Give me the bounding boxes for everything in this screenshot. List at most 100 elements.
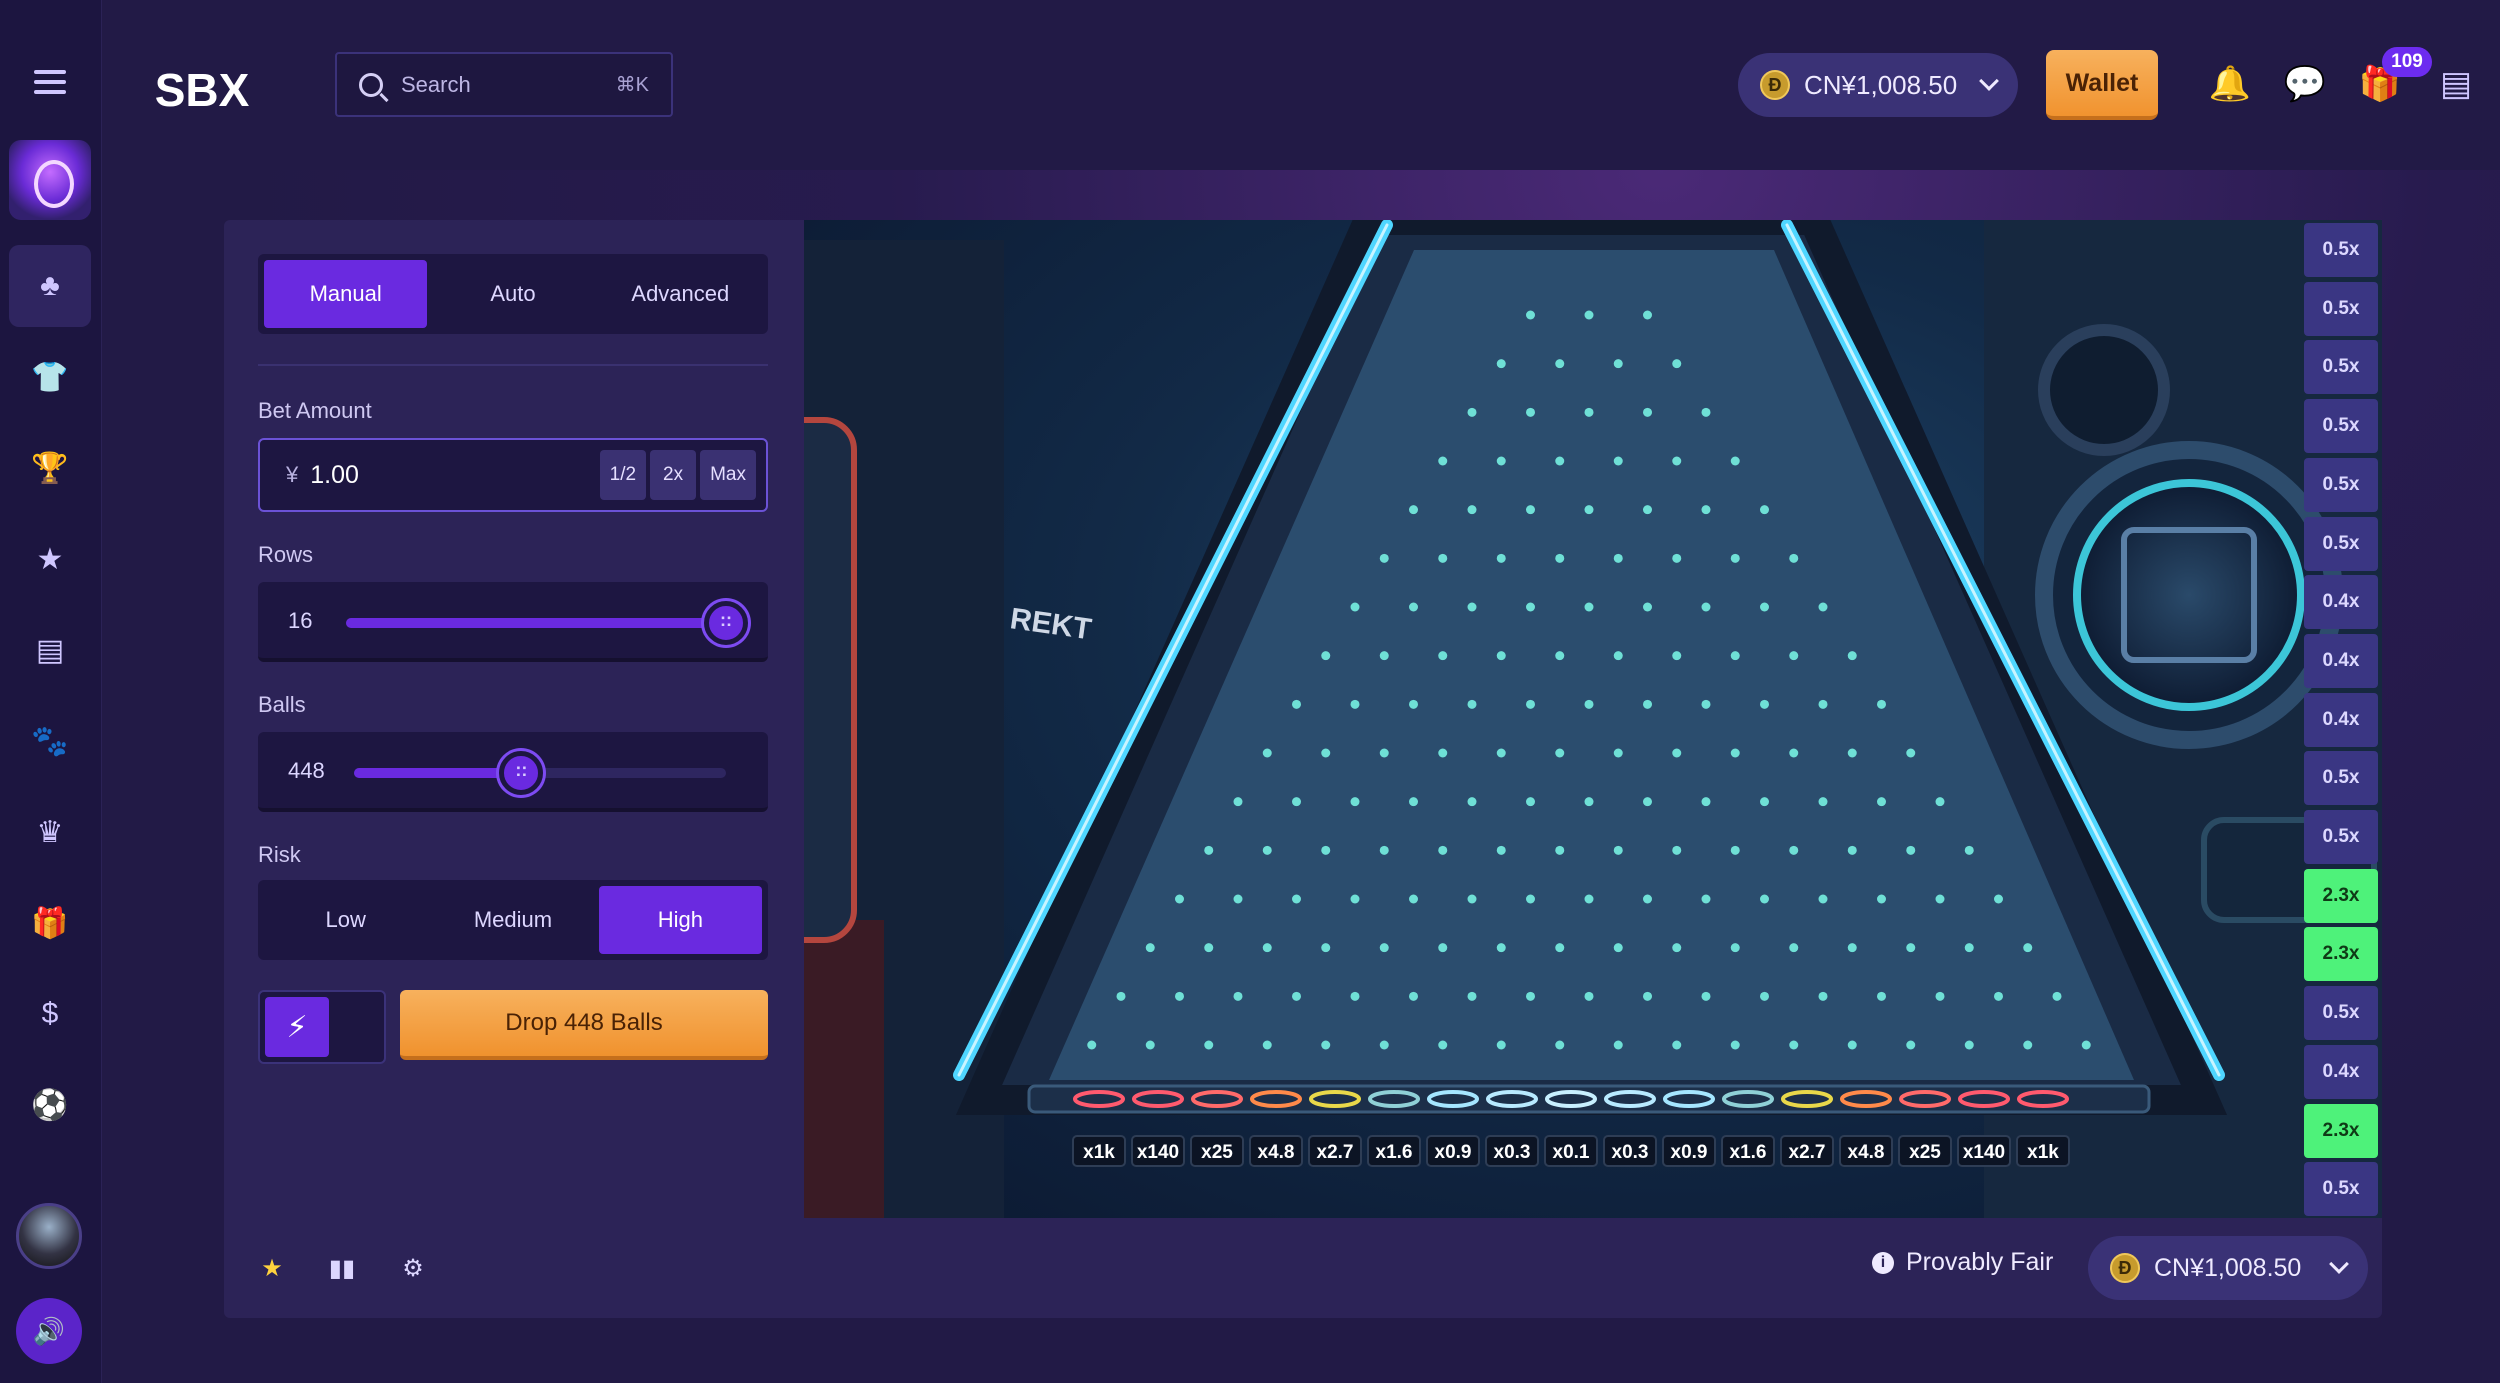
- peg: [1789, 1040, 1799, 1050]
- peg: [1672, 456, 1682, 466]
- left-rail: ♣ 👕 🏆 ★ ▤ 🐾 ♛ 🎁 $ ⚽ 🔊: [0, 0, 102, 1383]
- peg: [1818, 699, 1828, 709]
- bet-amount-value[interactable]: 1.00: [310, 461, 595, 490]
- balls-slider-handle[interactable]: [499, 751, 544, 795]
- peg: [1701, 991, 1711, 1001]
- game-footer: ★ ▮▮ ⚙ i Provably Fair Đ CN¥1,008.50: [224, 1218, 2382, 1318]
- peg: [1204, 845, 1214, 855]
- peg: [1906, 943, 1916, 953]
- peg: [1555, 748, 1565, 758]
- peg: [1730, 456, 1740, 466]
- provably-fair-label: Provably Fair: [1906, 1248, 2054, 1276]
- star-icon[interactable]: ★: [9, 518, 91, 600]
- club-icon[interactable]: ♣: [9, 245, 91, 327]
- bet-amount-field[interactable]: ¥ 1.00 1/2 2x Max: [258, 438, 768, 512]
- balance-dropdown[interactable]: Đ CN¥1,008.50: [1738, 53, 2018, 117]
- peg: [1643, 991, 1652, 1001]
- peg: [1379, 845, 1389, 855]
- stats-icon[interactable]: ▮▮: [324, 1250, 360, 1286]
- betslip-icon[interactable]: ▤: [2436, 64, 2476, 104]
- history-multiplier: 0.5x: [2304, 457, 2378, 512]
- peg: [1760, 797, 1769, 807]
- max-bet-button[interactable]: Max: [700, 450, 756, 500]
- peg: [1467, 505, 1477, 515]
- crown-icon[interactable]: ♛: [9, 791, 91, 873]
- peg: [1789, 651, 1799, 661]
- slot-multiplier-label: x25: [1201, 1142, 1233, 1163]
- half-bet-button[interactable]: 1/2: [599, 450, 647, 500]
- trophy-icon[interactable]: 🏆: [9, 427, 91, 509]
- peg: [1847, 651, 1857, 661]
- gift-count-badge: 109: [2382, 47, 2432, 77]
- sbx-logo[interactable]: SBX: [136, 60, 268, 120]
- shirt-icon[interactable]: 👕: [9, 336, 91, 418]
- provably-fair-link[interactable]: i Provably Fair: [1872, 1248, 2053, 1277]
- peg: [1964, 845, 1974, 855]
- wallet-button[interactable]: Wallet: [2046, 50, 2158, 120]
- slot-multiplier-label: x0.9: [1435, 1142, 1472, 1163]
- peg: [1526, 699, 1535, 709]
- lightning-icon: ⚡: [265, 997, 329, 1057]
- peg: [1262, 748, 1272, 758]
- risk-high[interactable]: High: [598, 886, 762, 954]
- peg: [2052, 991, 2062, 1001]
- bell-icon[interactable]: 🔔: [2209, 64, 2251, 104]
- peg: [1935, 894, 1945, 904]
- peg: [1409, 602, 1418, 612]
- instant-drop-toggle[interactable]: ⚡: [258, 990, 386, 1064]
- footer-balance-dropdown[interactable]: Đ CN¥1,008.50: [2088, 1236, 2368, 1300]
- double-bet-button[interactable]: 2x: [650, 450, 697, 500]
- soccer-icon[interactable]: ⚽: [9, 1064, 91, 1146]
- menu-icon[interactable]: [34, 70, 66, 98]
- search-input[interactable]: Search ⌘K: [335, 52, 673, 117]
- rows-fill: [346, 618, 726, 628]
- balls-fill: [354, 768, 522, 778]
- peg: [1701, 894, 1711, 904]
- balls-value: 448: [288, 758, 325, 783]
- currency-symbol: ¥: [286, 462, 299, 487]
- gift-icon[interactable]: 🎁: [9, 882, 91, 964]
- vip-avatar[interactable]: [9, 140, 91, 220]
- peg: [1438, 651, 1448, 661]
- peg: [1175, 894, 1184, 904]
- peg: [1701, 602, 1711, 612]
- peg: [1643, 699, 1652, 709]
- receipt-icon[interactable]: ▤: [9, 609, 91, 691]
- drop-balls-button[interactable]: Drop 448 Balls: [400, 990, 768, 1060]
- peg: [1760, 991, 1769, 1001]
- settings-gear-icon[interactable]: ⚙: [395, 1250, 431, 1286]
- risk-low[interactable]: Low: [264, 886, 427, 954]
- favorite-star-icon[interactable]: ★: [254, 1250, 290, 1286]
- peg: [2023, 943, 2033, 953]
- peg: [1145, 1040, 1155, 1050]
- peg: [1467, 407, 1477, 417]
- peg: [1730, 748, 1740, 758]
- peg: [1496, 1040, 1506, 1050]
- peg: [1145, 943, 1155, 953]
- paw-icon[interactable]: 🐾: [9, 700, 91, 782]
- tab-advanced[interactable]: Advanced: [599, 260, 762, 328]
- risk-medium[interactable]: Medium: [431, 886, 594, 954]
- peg: [1233, 991, 1243, 1001]
- chat-icon[interactable]: 💬: [2284, 64, 2326, 104]
- peg: [1584, 699, 1594, 709]
- balls-track[interactable]: [354, 751, 726, 795]
- balls-label: Balls: [258, 692, 306, 717]
- balls-slider[interactable]: 448: [258, 732, 768, 812]
- rows-track[interactable]: [346, 601, 748, 645]
- sound-toggle-button[interactable]: 🔊: [16, 1298, 82, 1364]
- rows-slider[interactable]: 16: [258, 582, 768, 662]
- tab-auto[interactable]: Auto: [431, 260, 594, 328]
- peg: [1526, 407, 1535, 417]
- tab-manual[interactable]: Manual: [264, 260, 428, 328]
- dollar-icon[interactable]: $: [9, 973, 91, 1055]
- slot-multiplier-label: x0.1: [1553, 1142, 1590, 1163]
- peg: [1438, 943, 1448, 953]
- peg: [1613, 845, 1623, 855]
- user-avatar[interactable]: [16, 1203, 82, 1269]
- coin-icon: Đ: [2110, 1253, 2140, 1283]
- history-multiplier: 0.4x: [2304, 1044, 2378, 1099]
- rows-slider-handle[interactable]: [704, 601, 748, 645]
- peg: [1409, 894, 1418, 904]
- search-placeholder: Search: [401, 71, 471, 97]
